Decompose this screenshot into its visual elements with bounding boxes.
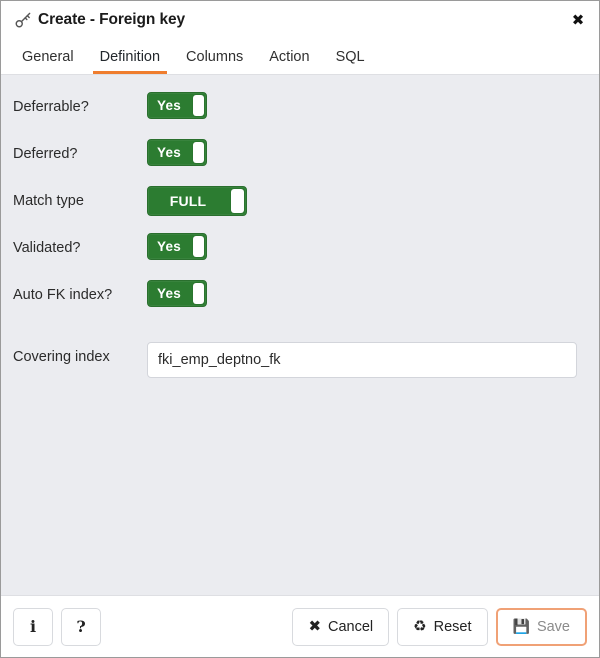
field-row-match-type: Match type FULL xyxy=(13,183,587,230)
dialog-title: Create - Foreign key xyxy=(38,11,186,28)
auto-fk-index-control: Yes xyxy=(147,277,587,307)
deferrable-control: Yes xyxy=(147,89,587,119)
auto-fk-index-label: Auto FK index? xyxy=(13,287,113,303)
covering-index-input[interactable] xyxy=(147,342,577,378)
tab-bar: General Definition Columns Action SQL xyxy=(1,39,599,75)
recycle-icon: ♻ xyxy=(413,617,427,635)
auto-fk-index-toggle[interactable]: Yes xyxy=(147,280,207,307)
validated-toggle-value: Yes xyxy=(157,239,181,254)
dialog-titlebar: Create - Foreign key ✖ xyxy=(1,1,599,39)
match-type-label: Match type xyxy=(13,193,84,209)
create-foreign-key-dialog: Create - Foreign key ✖ General Definitio… xyxy=(0,0,600,658)
info-button[interactable]: i xyxy=(13,607,53,646)
save-button-label: Save xyxy=(536,618,570,635)
tab-general[interactable]: General xyxy=(9,39,87,74)
toggle-knob-icon xyxy=(231,189,244,213)
floppy-disk-icon: 💾 xyxy=(512,618,530,635)
footer-left-group: i ? xyxy=(13,607,101,646)
tab-action[interactable]: Action xyxy=(256,39,322,74)
match-type-toggle-value: FULL xyxy=(169,193,207,209)
toggle-knob-icon xyxy=(193,142,204,163)
cancel-button-label: Cancel xyxy=(328,618,374,635)
cancel-button[interactable]: ✖ Cancel xyxy=(292,607,390,646)
key-icon xyxy=(15,12,31,28)
help-button[interactable]: ? xyxy=(61,607,101,646)
field-row-validated: Validated? Yes xyxy=(13,230,587,277)
deferred-control: Yes xyxy=(147,136,587,166)
auto-fk-index-toggle-value: Yes xyxy=(157,286,181,301)
field-row-deferred: Deferred? Yes xyxy=(13,136,587,183)
close-icon[interactable]: ✖ xyxy=(565,8,591,32)
covering-index-control xyxy=(147,339,587,378)
reset-button[interactable]: ♻ Reset xyxy=(397,607,488,646)
deferred-label: Deferred? xyxy=(13,146,78,162)
validated-toggle[interactable]: Yes xyxy=(147,233,207,260)
match-type-toggle[interactable]: FULL xyxy=(147,186,247,216)
deferrable-toggle-value: Yes xyxy=(157,98,181,113)
field-row-deferrable: Deferrable? Yes xyxy=(13,89,587,136)
tab-sql[interactable]: SQL xyxy=(323,39,378,74)
deferred-toggle[interactable]: Yes xyxy=(147,139,207,166)
validated-label: Validated? xyxy=(13,240,81,256)
deferrable-toggle[interactable]: Yes xyxy=(147,92,207,119)
tab-columns[interactable]: Columns xyxy=(173,39,256,74)
footer-right-group: ✖ Cancel ♻ Reset 💾 Save xyxy=(292,607,587,646)
toggle-knob-icon xyxy=(193,283,204,304)
definition-tab-panel: Deferrable? Yes Deferred? Yes Match type xyxy=(1,75,599,595)
save-button[interactable]: 💾 Save xyxy=(495,607,587,646)
tab-definition[interactable]: Definition xyxy=(87,39,173,74)
dialog-footer: i ? ✖ Cancel ♻ Reset 💾 Save xyxy=(1,595,599,657)
covering-index-label: Covering index xyxy=(13,349,110,365)
deferred-toggle-value: Yes xyxy=(157,145,181,160)
field-row-auto-fk-index: Auto FK index? Yes xyxy=(13,277,587,339)
field-row-covering-index: Covering index xyxy=(13,339,587,399)
reset-button-label: Reset xyxy=(433,618,472,635)
toggle-knob-icon xyxy=(193,95,204,116)
close-x-icon: ✖ xyxy=(308,617,322,635)
validated-control: Yes xyxy=(147,230,587,260)
match-type-control: FULL xyxy=(147,183,587,216)
deferrable-label: Deferrable? xyxy=(13,99,89,115)
toggle-knob-icon xyxy=(193,236,204,257)
